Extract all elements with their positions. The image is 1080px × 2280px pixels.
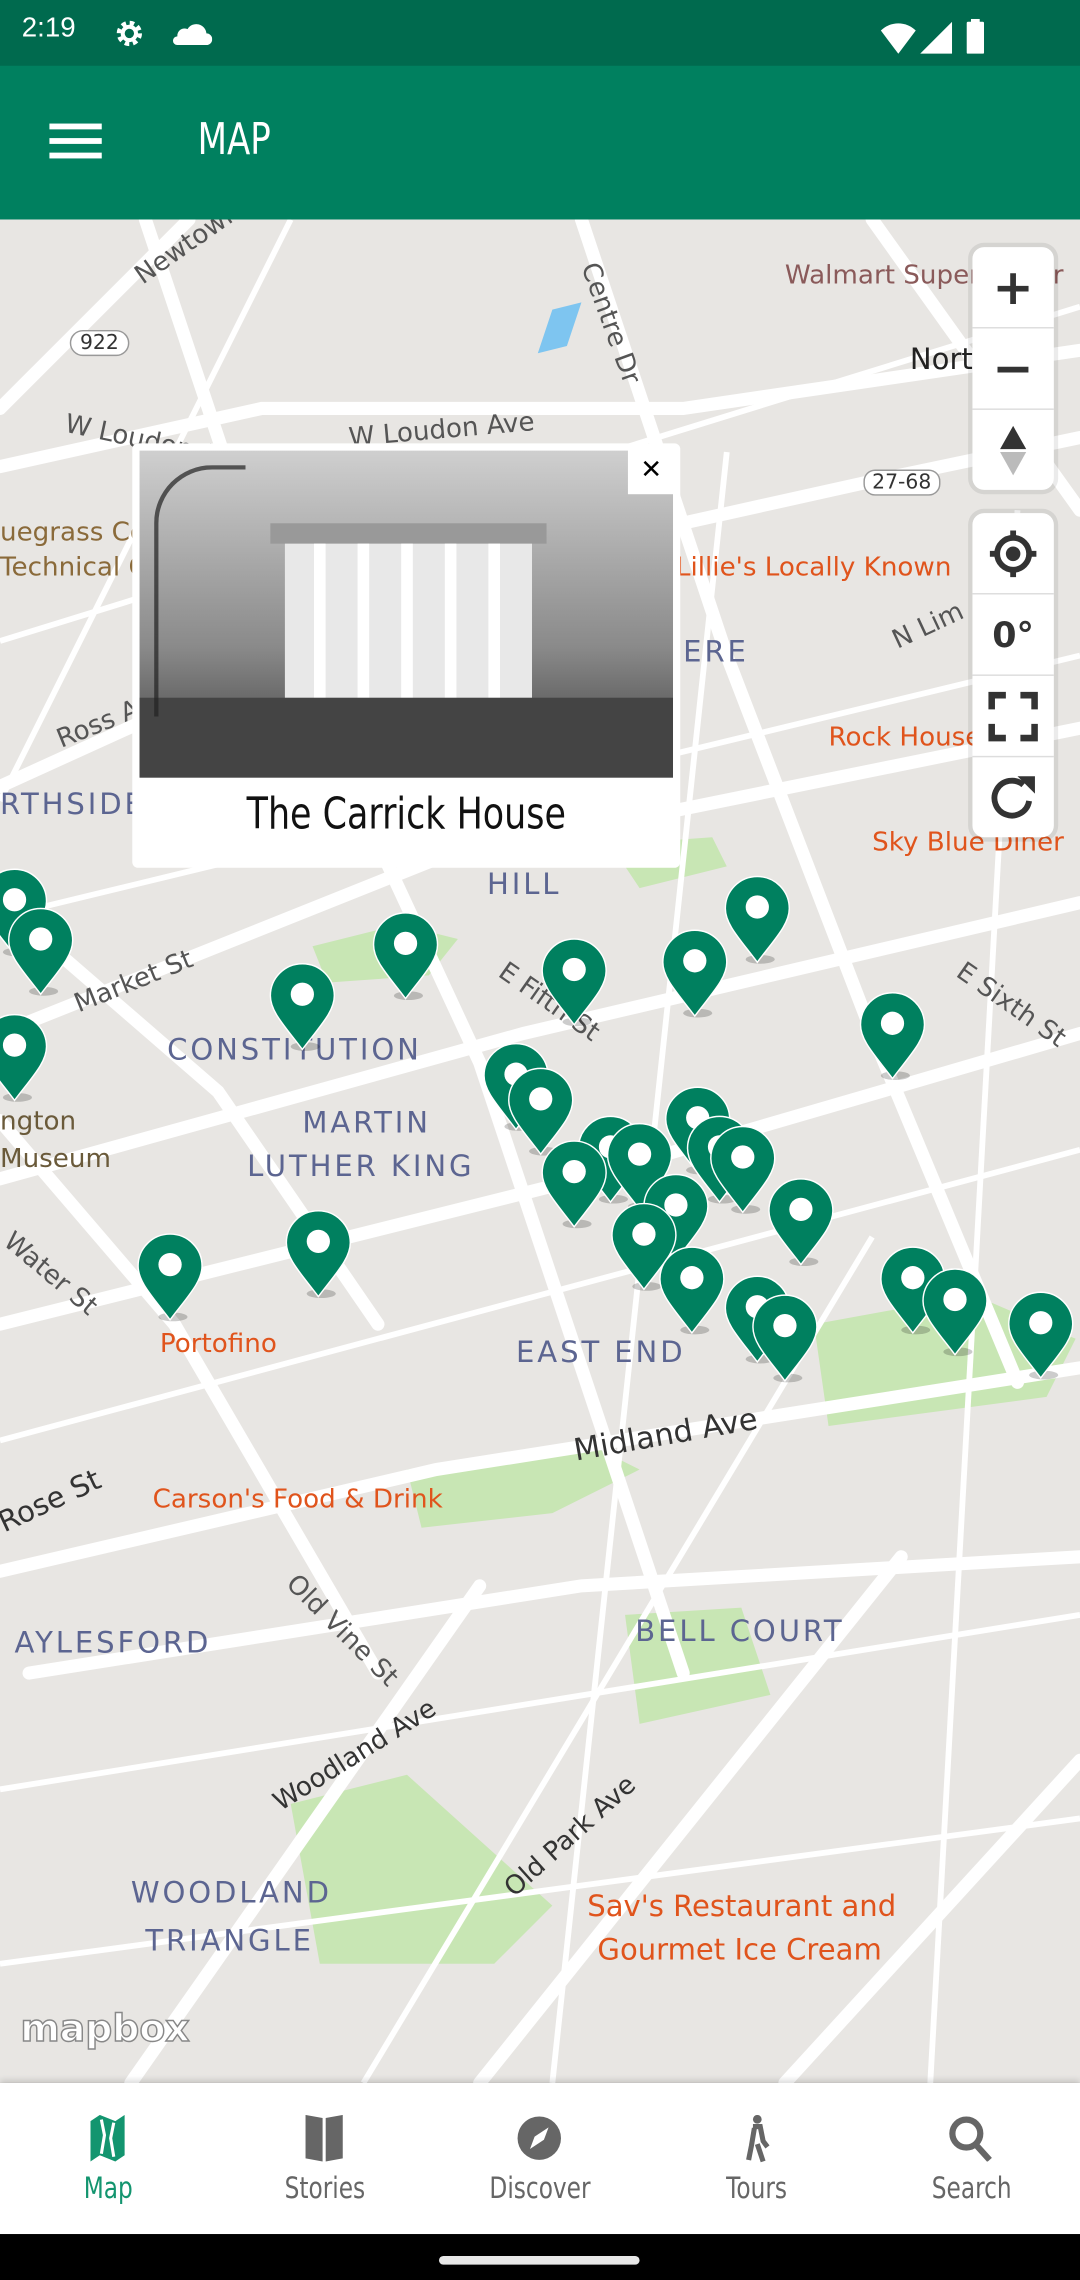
gear-icon <box>116 20 143 47</box>
tab-discover[interactable]: Discover <box>432 2083 649 2234</box>
tab-label: Search <box>931 2170 1012 2206</box>
place-marker[interactable] <box>917 1265 993 1358</box>
wifi-icon <box>880 23 916 54</box>
map-label: Sav's Restaurant and <box>587 1888 897 1924</box>
map-label: RTHSIDE <box>0 786 146 822</box>
place-marker[interactable] <box>654 1243 730 1336</box>
search-icon <box>949 2116 992 2162</box>
zoom-in-button[interactable]: + <box>972 247 1054 329</box>
tab-map[interactable]: Map <box>0 2083 217 2234</box>
place-marker[interactable] <box>265 959 341 1052</box>
status-time: 2:19 <box>21 13 76 44</box>
map-label: LUTHER KING <box>247 1148 475 1184</box>
map-label: WOODLAND <box>130 1875 332 1910</box>
hamburger-icon[interactable] <box>49 123 102 162</box>
tab-tours[interactable]: Tours <box>648 2083 865 2234</box>
map-label: ERE <box>683 633 749 669</box>
map-label: Technical C <box>0 552 147 583</box>
zoom-out-button[interactable]: − <box>972 329 1054 410</box>
map-tools: 0° <box>972 513 1054 838</box>
map-label: Rock House <box>828 722 982 753</box>
map-label: Museum <box>0 1143 111 1175</box>
bearing-button[interactable]: 0° <box>972 595 1054 676</box>
map-label: 922 <box>69 329 129 357</box>
place-photo <box>139 450 674 778</box>
book-icon <box>305 2114 343 2162</box>
tab-search[interactable]: Search <box>863 2083 1080 2234</box>
map-label: AYLESFORD <box>14 1625 212 1660</box>
locate-button[interactable] <box>972 513 1054 595</box>
walking-icon <box>746 2114 770 2163</box>
map-label: TRIANGLE <box>145 1923 314 1958</box>
map-label: Lillie's Locally Known <box>675 552 952 583</box>
place-marker[interactable] <box>747 1291 823 1384</box>
place-marker[interactable] <box>368 908 444 1001</box>
map-label: 27-68 <box>863 469 941 496</box>
map-label: Portofino <box>159 1328 277 1360</box>
refresh-icon <box>991 775 1035 818</box>
place-marker[interactable] <box>132 1230 208 1323</box>
cloud-icon <box>172 24 213 46</box>
place-marker[interactable] <box>281 1206 357 1299</box>
compass-button[interactable] <box>972 410 1053 490</box>
system-nav-bar <box>0 2234 1080 2280</box>
close-icon[interactable]: ✕ <box>627 446 675 495</box>
fullscreen-icon <box>988 691 1038 741</box>
map-view[interactable]: Walmart Supercenter North Newtown Centre… <box>0 219 1080 2083</box>
locate-icon <box>989 529 1037 577</box>
place-marker[interactable] <box>720 872 796 965</box>
fullscreen-button[interactable] <box>972 676 1054 758</box>
map-label: EAST END <box>516 1334 686 1370</box>
map-label: Gourmet Ice Cream <box>597 1931 882 1967</box>
place-marker[interactable] <box>855 988 931 1081</box>
bottom-nav: Map Stories Discover Tours Search <box>0 2082 1080 2235</box>
compass-icon <box>517 2116 561 2160</box>
tab-label: Stories <box>284 2170 366 2206</box>
popup-title: The Carrick House <box>246 789 566 841</box>
place-marker[interactable] <box>536 1137 612 1230</box>
place-marker[interactable] <box>3 904 79 997</box>
tab-stories[interactable]: Stories <box>217 2083 434 2234</box>
signal-icon <box>920 21 953 54</box>
place-marker[interactable] <box>1003 1288 1079 1381</box>
refresh-button[interactable] <box>972 757 1053 837</box>
app-bar: MAP <box>0 65 1080 220</box>
battery-icon <box>966 18 985 54</box>
place-marker[interactable] <box>536 935 612 1028</box>
home-handle[interactable] <box>438 2255 640 2265</box>
compass-icon <box>1000 425 1027 475</box>
place-popup[interactable]: The Carrick House ✕ <box>132 443 681 868</box>
map-label: HILL <box>486 866 562 902</box>
tab-label: Map <box>83 2170 133 2206</box>
map-label: ngton <box>0 1106 77 1137</box>
map-label: BELL COURT <box>635 1613 845 1649</box>
tab-label: Discover <box>489 2170 591 2206</box>
mapbox-logo[interactable]: mapbox <box>20 2007 191 2052</box>
map-icon <box>90 2114 125 2162</box>
map-label: uegrass Co <box>0 517 146 548</box>
map-label: MARTIN <box>302 1104 431 1140</box>
place-marker[interactable] <box>0 1010 52 1103</box>
status-bar: 2:19 <box>0 0 1080 66</box>
place-marker[interactable] <box>763 1174 839 1267</box>
map-label: Carson's Food & Drink <box>152 1484 443 1515</box>
page-title: MAP <box>197 114 271 166</box>
tab-label: Tours <box>726 2170 788 2206</box>
zoom-controls: + − <box>972 247 1054 490</box>
